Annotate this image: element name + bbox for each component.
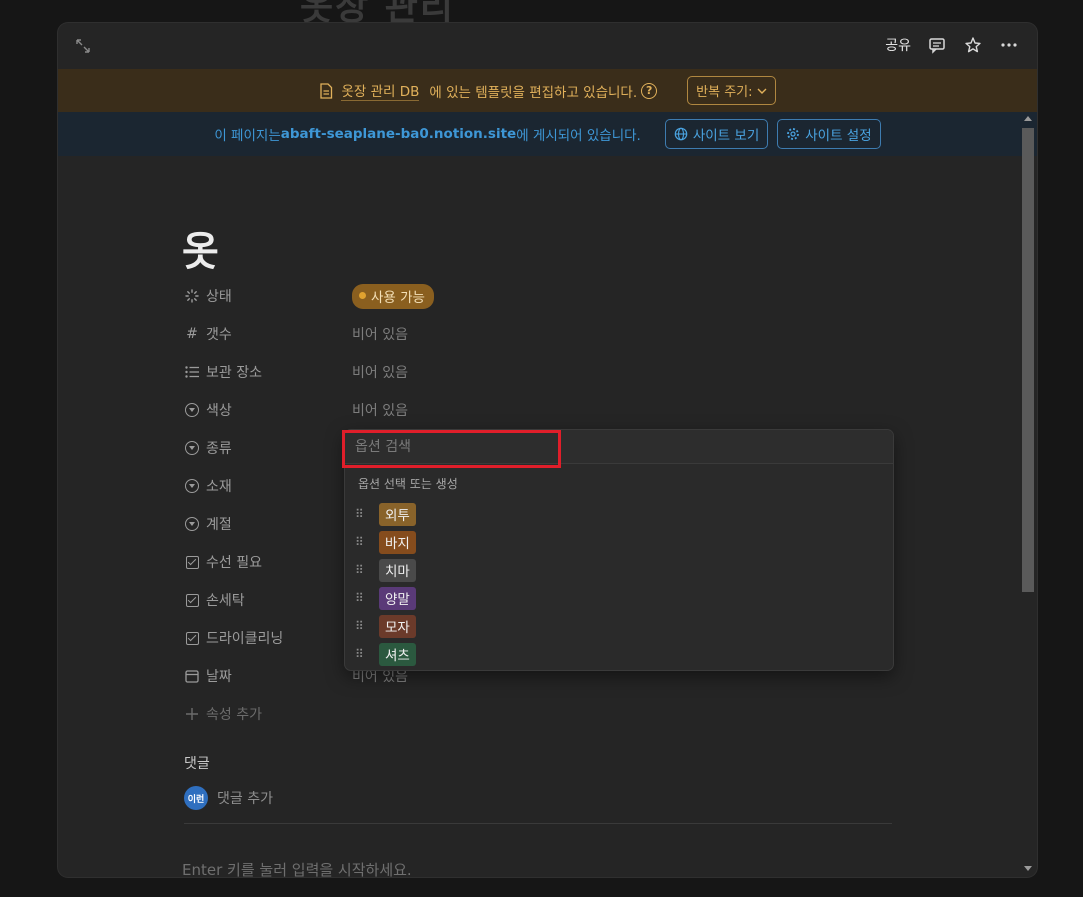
checkbox-icon (184, 554, 200, 570)
repeat-button[interactable]: 반복 주기: (687, 76, 776, 105)
page-title[interactable]: 옷 (182, 219, 219, 277)
chevron-down-icon (757, 88, 767, 94)
drag-handle-icon[interactable]: ⠿ (355, 619, 367, 633)
repeat-label: 반복 주기: (696, 85, 753, 100)
share-button[interactable]: 공유 (885, 35, 911, 55)
template-banner-message: 에 있는 템플릿을 편집하고 있습니다. (429, 84, 638, 101)
help-icon[interactable]: ? (641, 82, 658, 99)
expand-icon[interactable] (74, 37, 92, 55)
property-row-color[interactable]: 색상 비어 있음 (184, 391, 904, 429)
avatar: 이런 (184, 786, 208, 810)
select-icon (184, 478, 200, 494)
publish-site: abaft-seaplane-ba0.notion.site (280, 126, 517, 142)
property-label: 색상 (206, 403, 232, 419)
property-label: 상태 (206, 289, 232, 305)
site-settings-label: 사이트 설정 (805, 128, 872, 144)
option-tag: 모자 (379, 614, 416, 638)
property-label: 보관 장소 (206, 365, 262, 381)
drag-handle-icon[interactable]: ⠿ (355, 563, 367, 577)
drag-handle-icon[interactable]: ⠿ (355, 591, 367, 605)
top-actions: 공유 (885, 35, 1019, 55)
star-icon[interactable] (963, 35, 983, 55)
drag-handle-icon[interactable]: ⠿ (355, 507, 367, 521)
option-search-input[interactable] (355, 436, 655, 458)
gear-icon (787, 128, 800, 140)
view-site-label: 사이트 보기 (692, 128, 760, 144)
view-site-button[interactable]: 사이트 보기 (664, 119, 769, 149)
property-label: 종류 (206, 441, 232, 457)
publish-suffix: 에 게시되어 있습니다. (516, 128, 641, 144)
property-value[interactable]: 비어 있음 (352, 362, 408, 382)
publish-banner: 이 페이지는 abaft-seaplane-ba0.notion.site 에 … (58, 112, 1037, 156)
document-icon (319, 82, 333, 99)
property-label: 날짜 (206, 669, 232, 685)
comment-icon[interactable] (927, 35, 947, 55)
option-tag: 바지 (379, 530, 416, 554)
database-link[interactable]: 옷장 관리 DB (341, 80, 420, 101)
property-label: 손세탁 (206, 593, 245, 609)
option-dropdown: 옵션 선택 또는 생성 ⠿ 외투 ⠿ 바지 ⠿ 치마 ⠿ 양말 ⠿ 모자 (345, 430, 893, 670)
option-item[interactable]: ⠿ 모자 (355, 612, 883, 640)
property-row-status[interactable]: 상태 사용 가능 (184, 277, 904, 315)
divider (184, 823, 892, 824)
status-dot (359, 292, 366, 299)
dropdown-subtitle: 옵션 선택 또는 생성 (358, 477, 458, 491)
site-settings-button[interactable]: 사이트 설정 (777, 119, 881, 149)
property-value[interactable]: 비어 있음 (352, 400, 408, 420)
property-row-location[interactable]: 보관 장소 비어 있음 (184, 353, 904, 391)
option-item[interactable]: ⠿ 외투 (355, 500, 883, 528)
template-banner: 옷장 관리 DB 에 있는 템플릿을 편집하고 있습니다. ? 반복 주기: (58, 69, 1037, 112)
add-comment-button[interactable]: 이런 댓글 추가 (184, 786, 273, 810)
comments-heading: 댓글 (184, 756, 210, 772)
select-icon (184, 516, 200, 532)
status-icon (184, 288, 200, 304)
add-property-button[interactable]: 속성 추가 (184, 695, 904, 733)
add-property-label: 속성 추가 (206, 707, 262, 723)
option-item[interactable]: ⠿ 바지 (355, 528, 883, 556)
list-icon (184, 364, 200, 380)
property-row-count[interactable]: # 갯수 비어 있음 (184, 315, 904, 353)
property-label: 갯수 (206, 327, 232, 343)
property-label: 계절 (206, 517, 232, 533)
modal-topbar: 공유 (58, 23, 1037, 69)
calendar-icon (184, 668, 200, 684)
option-item[interactable]: ⠿ 양말 (355, 584, 883, 612)
option-list: ⠿ 외투 ⠿ 바지 ⠿ 치마 ⠿ 양말 ⠿ 모자 ⠿ 셔츠 (355, 500, 883, 668)
checkbox-icon (184, 592, 200, 608)
select-icon (184, 402, 200, 418)
drag-handle-icon[interactable]: ⠿ (355, 535, 367, 549)
option-tag: 치마 (379, 558, 416, 582)
plus-icon (184, 706, 200, 722)
page-modal: 공유 옷장 관리 DB 에 있는 템플릿을 편집하고 있습니다. ? 반복 주기… (58, 23, 1037, 877)
property-label: 소재 (206, 479, 232, 495)
scroll-up-arrow[interactable] (1024, 116, 1032, 121)
option-tag: 외투 (379, 502, 416, 526)
property-label: 드라이클리닝 (206, 631, 284, 647)
status-badge[interactable]: 사용 가능 (352, 283, 434, 309)
property-label: 수선 필요 (206, 555, 262, 571)
option-item[interactable]: ⠿ 치마 (355, 556, 883, 584)
scrollbar[interactable] (1021, 112, 1035, 877)
option-tag: 셔츠 (379, 642, 416, 666)
globe-icon (674, 127, 688, 141)
property-value[interactable]: 비어 있음 (352, 324, 408, 344)
scroll-down-arrow[interactable] (1024, 866, 1032, 871)
number-icon: # (186, 326, 198, 342)
checkbox-icon (184, 630, 200, 646)
scrollbar-thumb[interactable] (1022, 128, 1034, 592)
option-item[interactable]: ⠿ 셔츠 (355, 640, 883, 668)
option-search-bar (345, 430, 893, 464)
select-icon (184, 440, 200, 456)
editor-placeholder[interactable]: Enter 키를 눌러 입력을 시작하세요. (182, 859, 412, 877)
add-comment-label: 댓글 추가 (217, 791, 273, 807)
drag-handle-icon[interactable]: ⠿ (355, 647, 367, 661)
option-tag: 양말 (379, 586, 416, 610)
publish-prefix: 이 페이지는 (214, 128, 281, 144)
status-value: 사용 가능 (371, 289, 425, 306)
more-icon[interactable] (999, 35, 1019, 55)
